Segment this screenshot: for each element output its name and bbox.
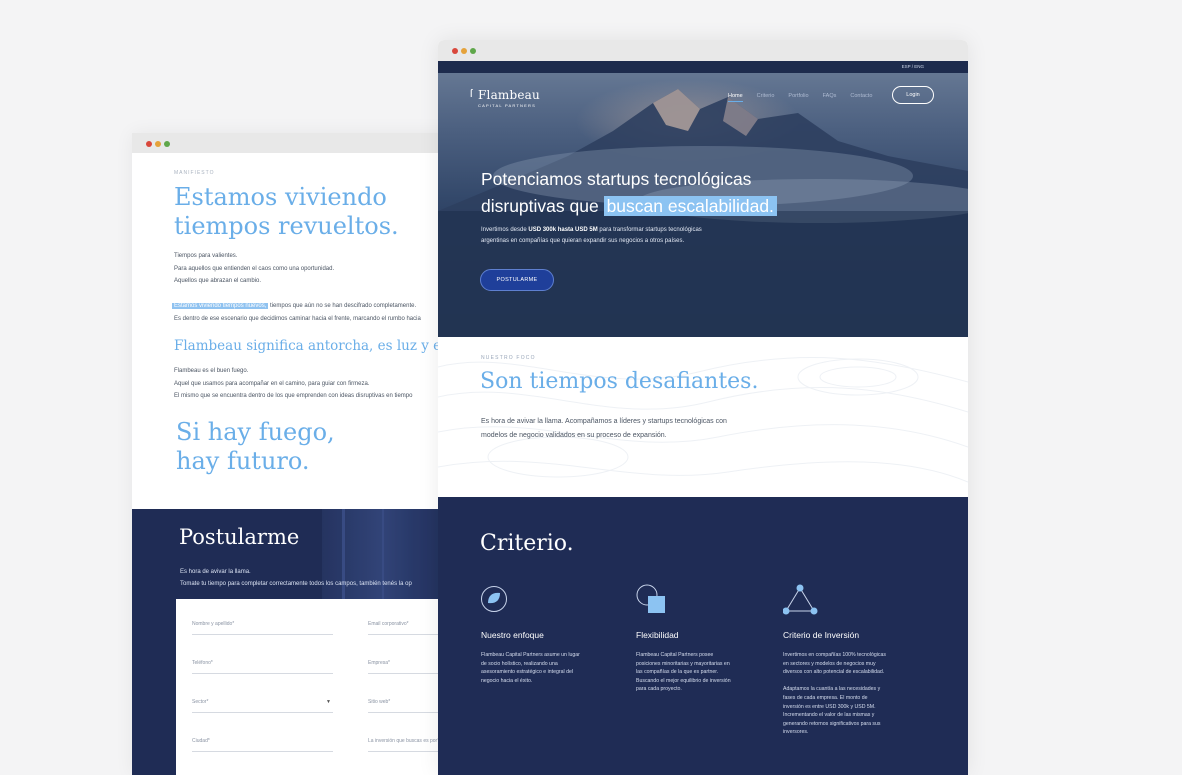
- hero-subtitle-line-2: argentinas en compañías que quieran expa…: [481, 237, 685, 244]
- fire-line-1: Si hay fuego,: [176, 418, 335, 446]
- column-title: Criterio de Inversión: [783, 630, 860, 640]
- triangle-nodes-icon: [782, 584, 903, 616]
- phone-field[interactable]: Teléfono*: [192, 660, 333, 674]
- criteria-section: Criterio. Nuestro enfoque Flambeau Capit…: [438, 497, 968, 775]
- sector-label: Sector*: [192, 699, 209, 705]
- fire-headline: Si hay fuego, hay futuro.: [176, 418, 335, 476]
- apply-form: Nombre y apellido* Email corporativo* Te…: [176, 599, 472, 775]
- leaf-circle-icon: [481, 584, 601, 616]
- hero-subtitle-line-1: Invertimos desde USD 300k hasta USD 5M p…: [481, 225, 702, 236]
- hero-title-text: disruptivas que: [481, 196, 604, 216]
- circle-square-icon: [636, 584, 756, 616]
- apply-description: Es hora de avivar la llama. Tomate tu ti…: [180, 566, 412, 590]
- manifesto-paragraph-3: Flambeau es el buen fuego. Aquel que usa…: [174, 365, 412, 403]
- focus-eyebrow: NUESTRO FOCO: [481, 355, 536, 361]
- highlighted-text: Estamos viviendo tiempos nuevos,: [172, 303, 269, 309]
- paragraph-line: Aquel que usamos para acompañar en el ca…: [174, 380, 370, 387]
- paragraph-line: Es dentro de ese escenario que decidimos…: [174, 315, 421, 322]
- column-text: Invertimos en compañías 100% tecnológica…: [783, 652, 886, 736]
- window-controls: [452, 48, 476, 54]
- close-dot-icon[interactable]: [146, 141, 152, 147]
- hero-highlight: buscan escalabilidad.: [603, 196, 777, 216]
- headline-line-1: Estamos viviendo: [174, 183, 387, 211]
- paragraph-line: El mismo que se encuentra dentro de los …: [174, 393, 413, 399]
- nav-contacto[interactable]: Contacto: [850, 93, 872, 102]
- browser-chrome: [132, 133, 472, 153]
- focus-title: Son tiempos desafiantes.: [480, 369, 759, 394]
- criteria-column-focus: Nuestro enfoque Flambeau Capital Partner…: [481, 584, 601, 685]
- paragraph-text: tiempos que aún no se han descifrado com…: [268, 303, 417, 309]
- nav-faqs[interactable]: FAQs: [823, 93, 837, 102]
- paragraph-line: Flambeau es el buen fuego.: [174, 368, 249, 374]
- nav-home[interactable]: Home: [728, 93, 743, 102]
- manifesto-browser-window: MANIFIESTO Estamos viviendo tiempos revu…: [132, 133, 472, 775]
- browser-chrome: [438, 40, 968, 61]
- hero-section: ESP / ENG ſ Flambeau CAPITAL PARTNERS Ho…: [438, 61, 968, 337]
- manifesto-paragraph-1: Tiempos para valientes. Para aquellos qu…: [174, 250, 334, 288]
- description-line: Tomate tu tiempo para completar correcta…: [180, 581, 412, 587]
- flambeau-logo[interactable]: ſ Flambeau CAPITAL PARTNERS: [470, 88, 540, 108]
- language-bar: ESP / ENG: [438, 61, 968, 73]
- manifesto-subheadline: Flambeau significa antorcha, es luz y es…: [174, 338, 470, 354]
- close-dot-icon[interactable]: [452, 48, 458, 54]
- focus-text: Es hora de avivar la llama. Acompañamos …: [481, 415, 727, 442]
- fire-line-2: hay futuro.: [176, 447, 310, 475]
- criteria-title: Criterio.: [480, 531, 574, 556]
- nav-criterio[interactable]: Criterio: [757, 93, 775, 102]
- focus-section: NUESTRO FOCO Son tiempos desafiantes. Es…: [438, 337, 968, 497]
- headline-line-2: tiempos revueltos.: [174, 212, 399, 240]
- window-controls: [146, 141, 170, 147]
- logo-tagline: CAPITAL PARTNERS: [478, 103, 536, 108]
- focus-text-line: Es hora de avivar la llama. Acompañamos …: [481, 418, 727, 425]
- focus-text-line: modelos de negocio validados en su proce…: [481, 431, 667, 439]
- paragraph-line: Aquellos que abrazan el cambio.: [174, 278, 262, 284]
- hero-title-line-2: disruptivas que buscan escalabilidad.: [481, 193, 777, 220]
- criteria-column-investment: Criterio de Inversión Invertimos en comp…: [782, 584, 903, 737]
- hero-title-line-1: Potenciamos startups tecnológicas: [481, 169, 752, 189]
- hero-subtitle: Invertimos desde USD 300k hasta USD 5M p…: [481, 225, 702, 246]
- main-nav: Home Criterio Portfolio FAQs Contacto: [728, 93, 872, 102]
- name-field[interactable]: Nombre y apellido*: [192, 621, 333, 635]
- subtitle-amount: USD 300k hasta USD 5M: [528, 227, 598, 233]
- column-text: Flambeau Capital Partners asume un lugar…: [481, 652, 580, 684]
- nav-portfolio[interactable]: Portfolio: [788, 93, 808, 102]
- apply-button[interactable]: POSTULARME: [480, 269, 554, 291]
- language-switcher[interactable]: ESP / ENG: [902, 64, 924, 69]
- maximize-dot-icon[interactable]: [470, 48, 476, 54]
- maximize-dot-icon[interactable]: [164, 141, 170, 147]
- home-browser-window: ESP / ENG ſ Flambeau CAPITAL PARTNERS Ho…: [438, 40, 968, 775]
- hero-title: Potenciamos startups tecnológicas disrup…: [481, 166, 777, 220]
- subtitle-text: para transformar startups tecnológicas: [597, 227, 702, 233]
- criteria-column-flexibility: Flexibilidad Flambeau Capital Partners p…: [636, 584, 756, 694]
- paragraph-line: Estamos viviendo tiempos nuevos, tiempos…: [172, 300, 421, 313]
- manifesto-paragraph-2: Estamos viviendo tiempos nuevos, tiempos…: [172, 300, 421, 325]
- subtitle-text: Invertimos desde: [481, 227, 529, 233]
- chevron-down-icon: ▼: [326, 699, 331, 705]
- flame-logo-icon: ſ: [470, 88, 473, 100]
- logo-wordmark: Flambeau: [478, 88, 540, 102]
- manifesto-headline: Estamos viviendo tiempos revueltos.: [174, 183, 399, 241]
- column-title: Nuestro enfoque: [481, 630, 544, 640]
- column-title: Flexibilidad: [636, 630, 679, 640]
- manifesto-eyebrow: MANIFIESTO: [174, 170, 215, 176]
- apply-section: Postularme Es hora de avivar la llama. T…: [132, 509, 472, 775]
- apply-title: Postularme: [179, 525, 300, 549]
- paragraph-line: Tiempos para valientes.: [174, 253, 238, 259]
- minimize-dot-icon[interactable]: [155, 141, 161, 147]
- login-button[interactable]: Login: [892, 86, 934, 104]
- description-line: Es hora de avivar la llama.: [180, 569, 251, 575]
- paragraph-line: Para aquellos que entienden el caos como…: [174, 265, 335, 272]
- sector-select[interactable]: Sector* ▼: [192, 699, 333, 713]
- minimize-dot-icon[interactable]: [461, 48, 467, 54]
- column-text: Flambeau Capital Partners posee posicion…: [636, 652, 731, 693]
- city-field[interactable]: Ciudad*: [192, 738, 333, 752]
